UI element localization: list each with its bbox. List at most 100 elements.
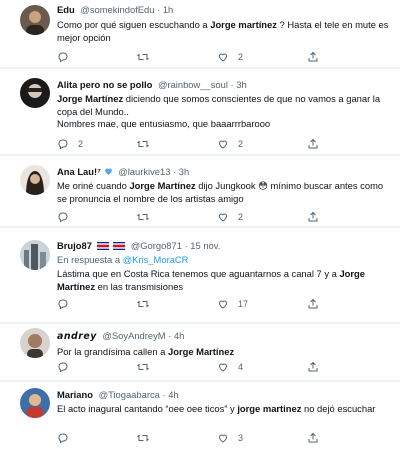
share-icon: [308, 432, 318, 443]
text-segment: Como por qué siguen escuchando a: [57, 19, 211, 30]
reply-button[interactable]: [57, 431, 69, 445]
retweet-icon: [137, 213, 149, 221]
heart-icon: [218, 53, 228, 62]
reply-button[interactable]: 2: [57, 137, 83, 151]
like-button[interactable]: 4: [217, 360, 243, 374]
avatar[interactable]: [20, 240, 50, 270]
reply-context: En respuesta a @Kris_MoraCR: [57, 254, 392, 266]
retweet-button[interactable]: [137, 297, 149, 311]
retweet-button[interactable]: [137, 210, 149, 224]
tweet-header: Alita pero no se pollo @rainbow__soul · …: [57, 69, 392, 91]
author-name[interactable]: Alita pero no se pollo: [57, 79, 152, 90]
author-handle[interactable]: @Gorgo871: [131, 240, 182, 251]
like-button[interactable]: 2: [217, 137, 243, 151]
text-segment: no dejó escuchar: [301, 403, 376, 414]
reply-icon: [58, 433, 68, 444]
share-icon: [308, 211, 318, 222]
tweet-time[interactable]: 1h: [163, 4, 173, 15]
highlighted-name: jorge martinez: [237, 403, 302, 414]
author-handle[interactable]: @rainbow__soul: [158, 79, 228, 90]
tweet-text: Lástima que en Costa Rica tenemos que ag…: [57, 268, 392, 293]
heart-icon: [218, 363, 228, 372]
retweet-icon: [137, 363, 149, 371]
tweet-actions: 3: [57, 431, 384, 445]
reply-icon: [58, 212, 68, 223]
tweet-actions: 2 2: [57, 137, 384, 151]
reply-icon: [58, 299, 68, 310]
author-name[interactable]: 𝙖𝙣𝙙𝙧𝙚𝙮: [57, 330, 97, 341]
like-button[interactable]: 17: [217, 297, 248, 311]
share-icon: [308, 51, 318, 62]
author-handle[interactable]: @laurkive13: [118, 166, 170, 177]
retweet-button[interactable]: [137, 360, 149, 374]
like-button[interactable]: 2: [217, 210, 243, 224]
separator-dot: ·: [162, 389, 166, 400]
author-handle[interactable]: @Tiogaabarca: [99, 389, 160, 400]
tweet-text: Por la grandísima callen a Jorge Martíne…: [57, 346, 392, 359]
avatar[interactable]: [20, 165, 50, 195]
author-name[interactable]: Ana Lau!⁷: [57, 166, 101, 177]
reply-icon: [58, 362, 68, 373]
separator-dot: ·: [168, 330, 172, 341]
tweet-time[interactable]: 3h: [179, 166, 189, 177]
tweet-text: El acto inagural cantando “oee oee ticos…: [57, 403, 392, 416]
blue-heart-icon: [104, 168, 112, 175]
reply-icon: [58, 139, 68, 150]
share-icon: [308, 298, 318, 309]
reply-button[interactable]: [57, 297, 69, 311]
reply-button[interactable]: [57, 50, 69, 64]
author-name[interactable]: Mariano: [57, 389, 93, 400]
like-button[interactable]: 2: [217, 50, 243, 64]
retweet-icon: [137, 434, 149, 442]
reply-to-link[interactable]: @Kris_MoraCR: [123, 254, 189, 265]
heart-icon: [218, 140, 228, 149]
retweet-icon: [137, 53, 149, 61]
share-button[interactable]: [307, 297, 319, 311]
share-button[interactable]: [307, 137, 319, 151]
author-handle[interactable]: @SoyAndreyM: [102, 330, 165, 341]
text-segment: Lástima que en Costa Rica tenemos que ag…: [57, 268, 340, 279]
tweet-time[interactable]: 4h: [174, 330, 184, 341]
like-count: 2: [238, 52, 244, 62]
author-handle[interactable]: @somekindofEdu: [80, 4, 154, 15]
share-button[interactable]: [307, 50, 319, 64]
author-name[interactable]: Edu: [57, 4, 75, 15]
reply-icon: [58, 52, 68, 63]
tweet-header: Mariano @Tiogaabarca · 4h: [57, 382, 392, 401]
tweet-header: Edu @somekindofEdu · 1h: [57, 0, 392, 16]
share-icon: [308, 361, 318, 372]
author-name[interactable]: Brujo87: [57, 240, 92, 251]
retweet-button[interactable]: [137, 137, 149, 151]
costa-rica-flag-icon: [96, 242, 109, 250]
highlighted-name: Jorge martínez: [210, 19, 277, 30]
tweet-actions: 4: [57, 360, 384, 374]
tweet-actions: 17: [57, 297, 384, 311]
tweet-time[interactable]: 15 nov.: [190, 240, 220, 251]
like-button[interactable]: 3: [217, 431, 243, 445]
tweet-time[interactable]: 4h: [168, 389, 178, 400]
like-count: 3: [238, 433, 244, 443]
tweet-actions: 2: [57, 210, 384, 224]
retweet-button[interactable]: [137, 50, 149, 64]
highlighted-name: Jorge Martínez: [57, 93, 124, 104]
share-button[interactable]: [307, 210, 319, 224]
reply-button[interactable]: [57, 360, 69, 374]
avatar[interactable]: [20, 5, 50, 35]
text-segment: Nombres mae, que entusiasmo, que baaarrr…: [57, 118, 271, 130]
tweet-actions: 2: [57, 50, 384, 64]
tweet-text: Jorge Martínez diciendo que somos consci…: [57, 93, 392, 131]
share-button[interactable]: [307, 360, 319, 374]
retweet-icon: [137, 140, 149, 148]
like-count: 2: [238, 212, 244, 222]
avatar[interactable]: [20, 78, 50, 108]
reply-button[interactable]: [57, 210, 69, 224]
share-icon: [308, 138, 318, 149]
like-count: 4: [238, 362, 244, 372]
tweet-time[interactable]: 3h: [236, 79, 246, 90]
reply-count: 2: [78, 139, 84, 149]
avatar[interactable]: [20, 328, 50, 358]
share-button[interactable]: [307, 431, 319, 445]
text-segment: Por la grandísima callen a: [57, 346, 168, 357]
avatar[interactable]: [20, 388, 50, 418]
retweet-button[interactable]: [137, 431, 149, 445]
